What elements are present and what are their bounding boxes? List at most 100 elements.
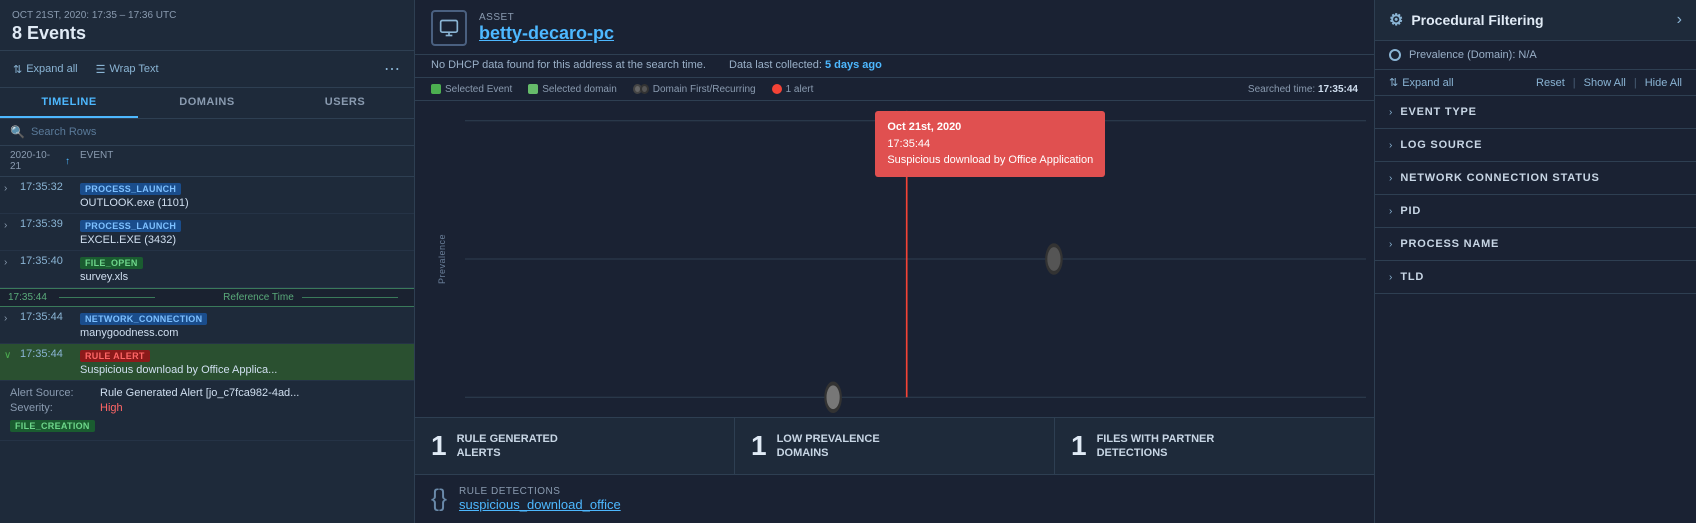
- expand-all-label: Expand all: [26, 63, 77, 75]
- rule-info: RULE DETECTIONS suspicious_download_offi…: [459, 486, 621, 512]
- right-expand-label: Expand all: [1402, 77, 1453, 89]
- wrap-text-label: Wrap Text: [109, 63, 158, 75]
- event-row[interactable]: › 17:35:40 FILE_OPEN survey.xls: [0, 251, 414, 287]
- divider-2: |: [1634, 77, 1637, 89]
- filter-section-header-tld[interactable]: › TLD: [1375, 261, 1696, 293]
- badge: NETWORK_CONNECTION: [80, 313, 207, 325]
- stat-number-alerts: 1: [431, 430, 447, 462]
- stat-rule-alerts[interactable]: 1 RULE GENERATEDALERTS: [415, 418, 735, 474]
- expand-all-button[interactable]: ⇅ Expand all: [8, 60, 83, 79]
- ref-time-text: Reference Time: [223, 292, 294, 303]
- event-label: Suspicious download by Office Applica...: [80, 364, 408, 376]
- stat-partner-detections[interactable]: 1 FILES WITH PARTNERDETECTIONS: [1055, 418, 1374, 474]
- event-group-3: › 17:35:40 FILE_OPEN survey.xls: [0, 251, 414, 288]
- right-panel-arrow-icon[interactable]: ›: [1677, 11, 1682, 29]
- ref-divider: [302, 297, 398, 298]
- event-time: 17:35:39: [20, 218, 76, 230]
- domain-recurring-label: Domain First/Recurring: [653, 84, 756, 95]
- date-range: OCT 21ST, 2020: 17:35 – 17:36 UTC: [12, 10, 402, 21]
- data-collected-text: Data last collected: 5 days ago: [729, 59, 882, 71]
- wrap-text-button[interactable]: ☰ Wrap Text: [91, 60, 164, 79]
- ref-divider: [59, 297, 155, 298]
- filter-pid-label: PID: [1400, 205, 1421, 217]
- rule-detections-icon: {}: [431, 485, 447, 513]
- filter-chevron-icon: ›: [1389, 107, 1392, 118]
- event-row[interactable]: › 17:35:32 PROCESS_LAUNCH OUTLOOK.exe (1…: [0, 177, 414, 213]
- filter-section-event-type: › EVENT TYPE: [1375, 96, 1696, 129]
- asset-name[interactable]: betty-decaro-pc: [479, 23, 614, 44]
- tab-users[interactable]: USERS: [276, 88, 414, 118]
- rule-name-link[interactable]: suspicious_download_office: [459, 497, 621, 512]
- filter-network-label: NETWORK CONNECTION STATUS: [1400, 172, 1599, 184]
- time-column-header: 2020-10-21 ↑: [10, 150, 70, 172]
- reset-button[interactable]: Reset: [1536, 77, 1565, 89]
- more-button[interactable]: ⋯: [378, 57, 406, 81]
- filter-chevron-icon: ›: [1389, 206, 1392, 217]
- chevron-down-icon: ∨: [4, 350, 16, 361]
- search-input[interactable]: [31, 126, 404, 138]
- event-row[interactable]: › 17:35:39 PROCESS_LAUNCH EXCEL.EXE (343…: [0, 214, 414, 250]
- expand-arrows-icon: ⇅: [1389, 76, 1398, 89]
- domain-dot-2: [1046, 245, 1061, 273]
- event-column-header: EVENT: [80, 150, 113, 172]
- legend-selected-event: Selected Event: [431, 84, 512, 95]
- filter-icon: ⚙: [1389, 10, 1403, 30]
- stat-number-prevalence: 1: [751, 430, 767, 462]
- event-row[interactable]: › 17:35:44 NETWORK_CONNECTION manygoodne…: [0, 307, 414, 343]
- event-content: PROCESS_LAUNCH EXCEL.EXE (3432): [80, 218, 408, 246]
- right-panel: ⚙ Procedural Filtering › Prevalence (Dom…: [1374, 0, 1696, 523]
- left-header: OCT 21ST, 2020: 17:35 – 17:36 UTC 8 Even…: [0, 0, 414, 51]
- filter-chevron-icon: ›: [1389, 140, 1392, 151]
- left-panel: OCT 21ST, 2020: 17:35 – 17:36 UTC 8 Even…: [0, 0, 415, 523]
- alert-source-label: Alert Source:: [10, 387, 100, 399]
- selected-event-icon: [431, 84, 441, 94]
- filter-section-pid: › PID: [1375, 195, 1696, 228]
- legend-alert: 1 alert: [772, 84, 814, 95]
- filter-section-header-log-source[interactable]: › LOG SOURCE: [1375, 129, 1696, 161]
- column-headers: 2020-10-21 ↑ EVENT: [0, 146, 414, 177]
- rule-detections-label: RULE DETECTIONS: [459, 486, 621, 497]
- severity-row: Severity: High: [10, 402, 404, 414]
- event-time: 17:35:44: [20, 348, 76, 360]
- event-row[interactable]: ∨ 17:35:44 RULE ALERT Suspicious downloa…: [0, 344, 414, 380]
- search-icon: 🔍: [10, 125, 25, 139]
- tab-timeline[interactable]: TIMELINE: [0, 88, 138, 118]
- filter-log-source-label: LOG SOURCE: [1400, 139, 1482, 151]
- badge: FILE_OPEN: [80, 257, 143, 269]
- file-creation-badge: FILE_CREATION: [10, 420, 95, 432]
- right-panel-header: ⚙ Procedural Filtering ›: [1375, 0, 1696, 41]
- events-list: › 17:35:32 PROCESS_LAUNCH OUTLOOK.exe (1…: [0, 177, 414, 523]
- filter-chevron-icon: ›: [1389, 239, 1392, 250]
- event-content: PROCESS_LAUNCH OUTLOOK.exe (1101): [80, 181, 408, 209]
- tab-domains[interactable]: DOMAINS: [138, 88, 276, 118]
- show-all-button[interactable]: Show All: [1584, 77, 1626, 89]
- toolbar: ⇅ Expand all ☰ Wrap Text ⋯: [0, 51, 414, 88]
- prevalence-chart: 1 2 17:35:15 17:35:20 17:35:25 17:35:30 …: [465, 101, 1366, 417]
- right-actions: Reset | Show All | Hide All: [1536, 77, 1682, 89]
- filter-section-header-event-type[interactable]: › EVENT TYPE: [1375, 96, 1696, 128]
- y-axis-label: Prevalence: [437, 234, 447, 284]
- wrap-icon: ☰: [96, 63, 106, 76]
- search-bar: 🔍: [0, 119, 414, 146]
- right-title-text: Procedural Filtering: [1411, 12, 1543, 28]
- right-expand-all-button[interactable]: ⇅ Expand all: [1389, 76, 1454, 89]
- filter-section-header-network[interactable]: › NETWORK CONNECTION STATUS: [1375, 162, 1696, 194]
- right-toolbar: ⇅ Expand all Reset | Show All | Hide All: [1375, 70, 1696, 96]
- searched-time: Searched time: 17:35:44: [1248, 84, 1358, 95]
- filter-section-header-pid[interactable]: › PID: [1375, 195, 1696, 227]
- prevalence-radio[interactable]: [1389, 49, 1401, 61]
- stat-number-detections: 1: [1071, 430, 1087, 462]
- hide-all-button[interactable]: Hide All: [1645, 77, 1682, 89]
- prevalence-label: Prevalence (Domain): N/A: [1409, 49, 1537, 61]
- filter-section-network-connection-status: › NETWORK CONNECTION STATUS: [1375, 162, 1696, 195]
- domain-recurring-icon: [633, 83, 649, 95]
- stat-low-prevalence[interactable]: 1 LOW PREVALENCEDOMAINS: [735, 418, 1055, 474]
- event-label: survey.xls: [80, 271, 408, 283]
- prevalence-row: Prevalence (Domain): N/A: [1375, 41, 1696, 70]
- right-panel-title: ⚙ Procedural Filtering: [1389, 10, 1544, 30]
- chevron-right-icon: ›: [4, 313, 16, 324]
- filter-event-type-label: EVENT TYPE: [1400, 106, 1476, 118]
- filter-section-header-process-name[interactable]: › PROCESS NAME: [1375, 228, 1696, 260]
- expand-icon: ⇅: [13, 63, 22, 76]
- stats-bar: 1 RULE GENERATEDALERTS 1 LOW PREVALENCED…: [415, 417, 1374, 474]
